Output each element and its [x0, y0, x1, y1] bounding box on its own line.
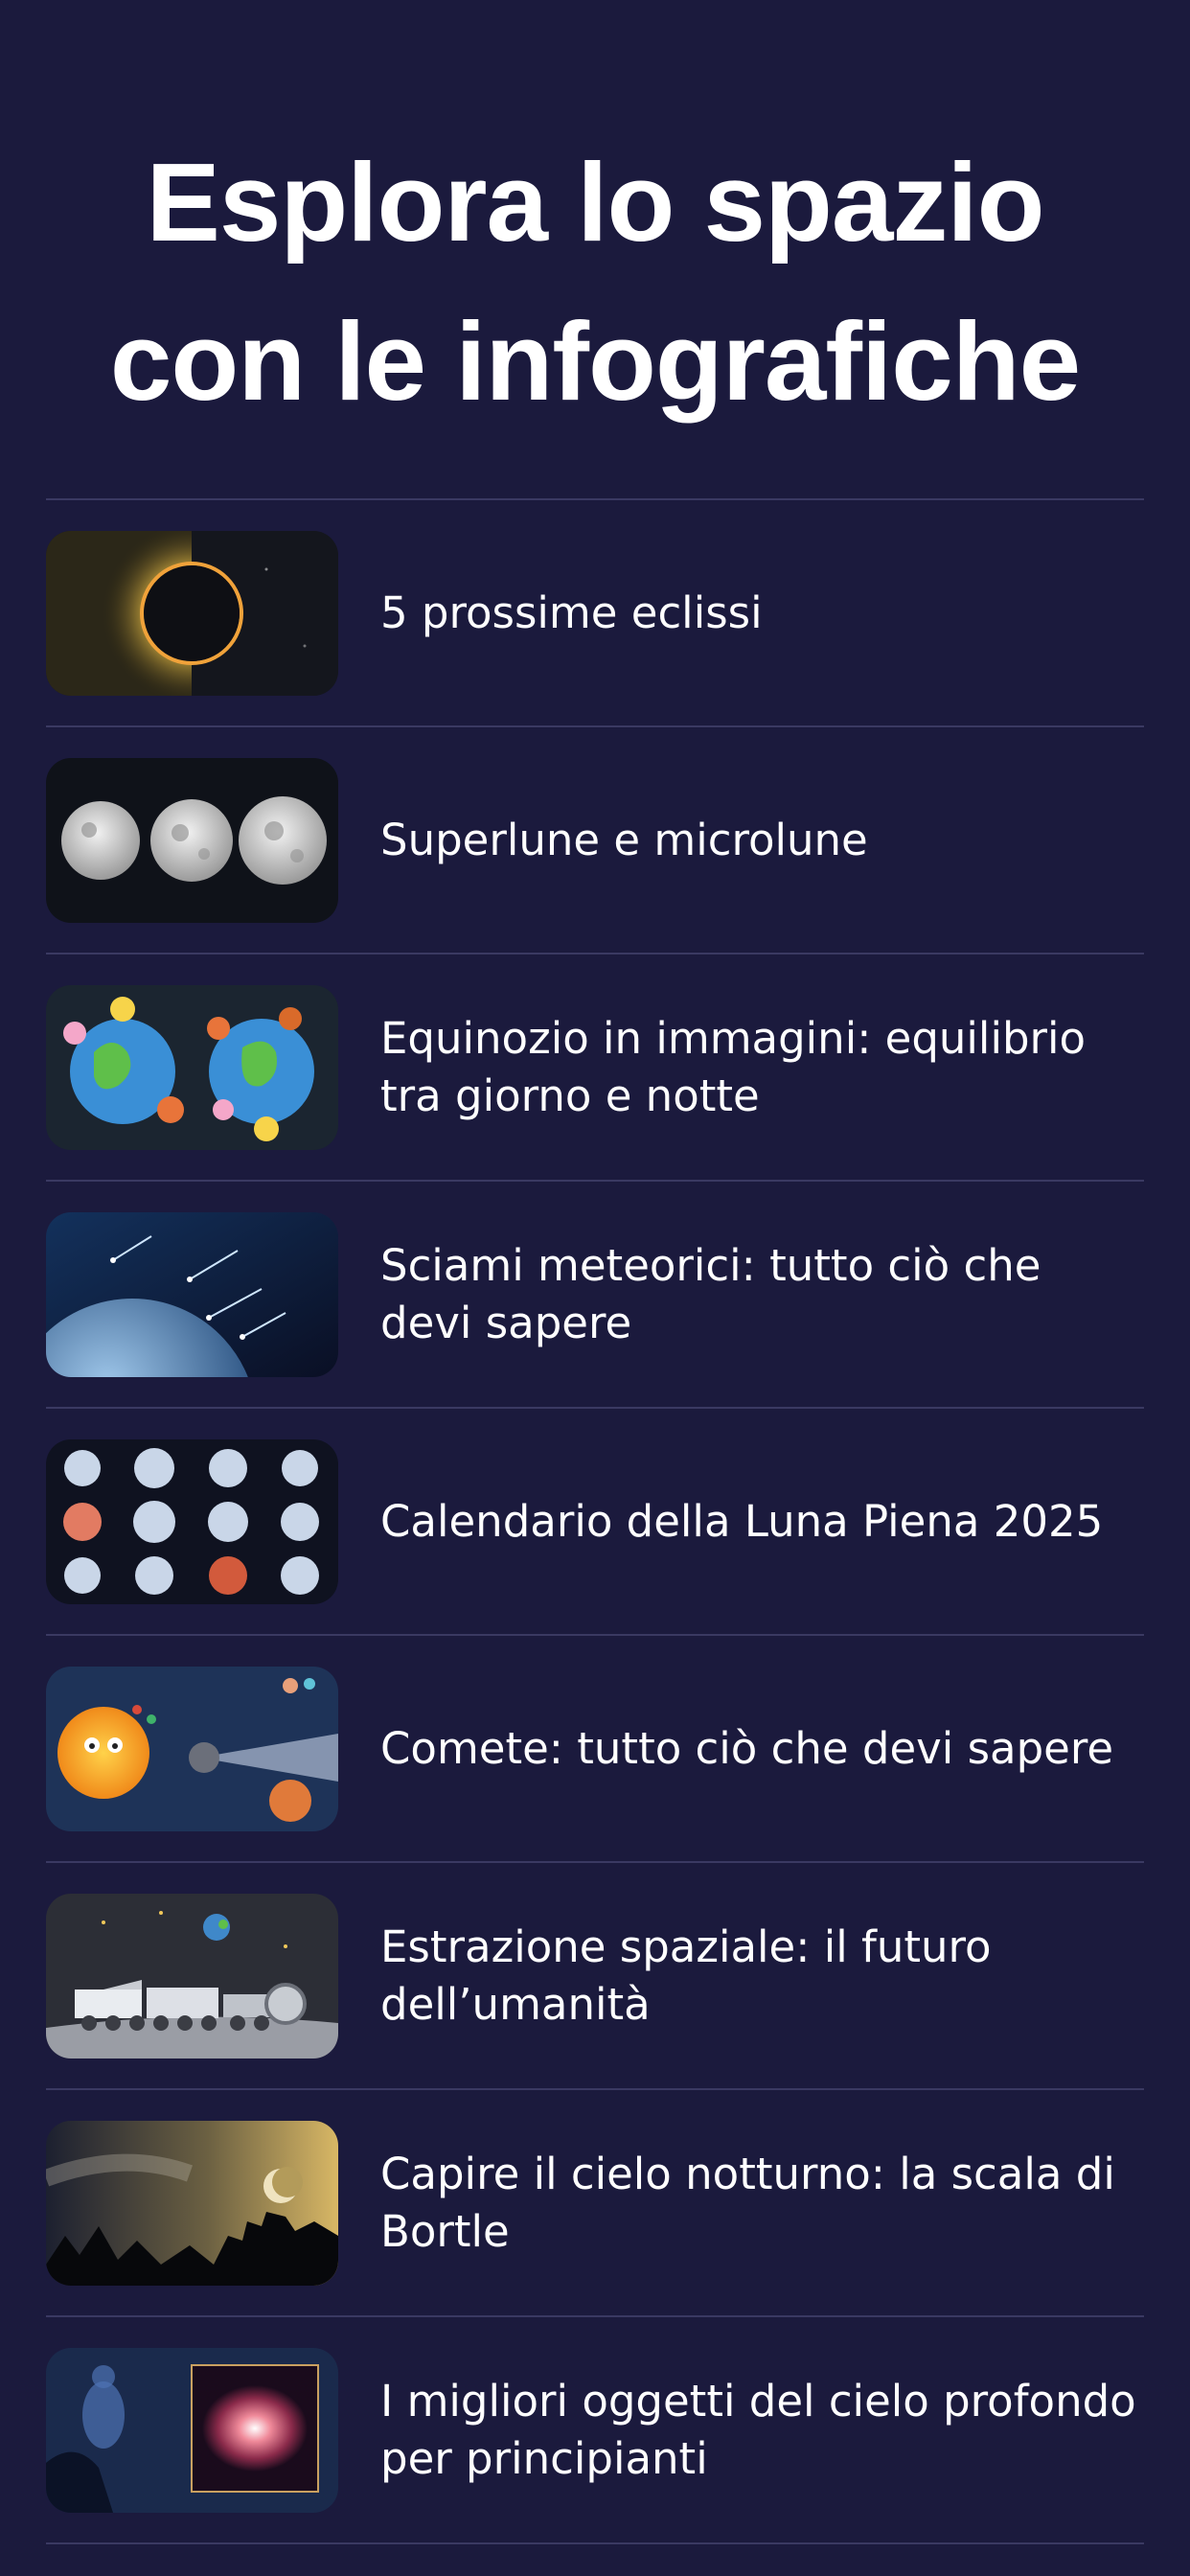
eclipse-icon [46, 530, 338, 696]
list-item-meteor-showers[interactable]: Sciami meteorici: tutto ciò che devi sap… [46, 1182, 1144, 1409]
list-item-bortle-scale[interactable]: Capire il cielo notturno: la scala di Bo… [46, 2090, 1144, 2317]
list-item-supermoons[interactable]: Superlune e microlune [46, 727, 1144, 954]
list-item-label: Comete: tutto ciò che devi sapere [380, 1722, 1114, 1774]
infographics-list: 5 prossime eclissi Superlune e microlune… [46, 498, 1144, 2544]
page-title-line-2: con le infografiche [109, 299, 1081, 424]
list-item-space-mining[interactable]: Estrazione spaziale: il futuro dell’uman… [46, 1863, 1144, 2090]
list-item-label: Sciami meteorici: tutto ciò che devi sap… [380, 1239, 1041, 1348]
list-item-equinox[interactable]: Equinozio in immagini: equilibrio tra gi… [46, 954, 1144, 1182]
page-title: Esplora lo spazio con le infografiche [0, 123, 1190, 441]
page-title-line-1: Esplora lo spazio [146, 140, 1045, 264]
list-item-label: Superlune e microlune [380, 814, 868, 865]
moons-icon [46, 757, 338, 923]
full-moon-calendar-icon [46, 1438, 338, 1604]
meteor-shower-icon [46, 1211, 338, 1377]
list-item-comets[interactable]: Comete: tutto ciò che devi sapere [46, 1636, 1144, 1863]
comet-icon [46, 1666, 338, 1831]
list-item-label: Equinozio in immagini: equilibrio tra gi… [380, 1012, 1087, 1121]
earth-seasons-icon [46, 984, 338, 1150]
night-sky-icon [46, 2120, 338, 2286]
list-item-label: Calendario della Luna Piena 2025 [380, 1495, 1104, 1547]
infographics-page: Esplora lo spazio con le infografiche 5 … [0, 0, 1190, 2576]
list-item-label: I migliori oggetti del cielo profondo pe… [380, 2375, 1136, 2484]
list-item-eclipses[interactable]: 5 prossime eclissi [46, 500, 1144, 727]
list-item-label: 5 prossime eclissi [380, 586, 763, 638]
space-mining-icon [46, 1893, 338, 2058]
list-item-label: Estrazione spaziale: il futuro dell’uman… [380, 1920, 992, 2030]
deep-sky-icon [46, 2347, 338, 2513]
list-item-full-moon-calendar[interactable]: Calendario della Luna Piena 2025 [46, 1409, 1144, 1636]
list-item-deep-sky-objects[interactable]: I migliori oggetti del cielo profondo pe… [46, 2317, 1144, 2544]
list-item-label: Capire il cielo notturno: la scala di Bo… [380, 2148, 1115, 2257]
